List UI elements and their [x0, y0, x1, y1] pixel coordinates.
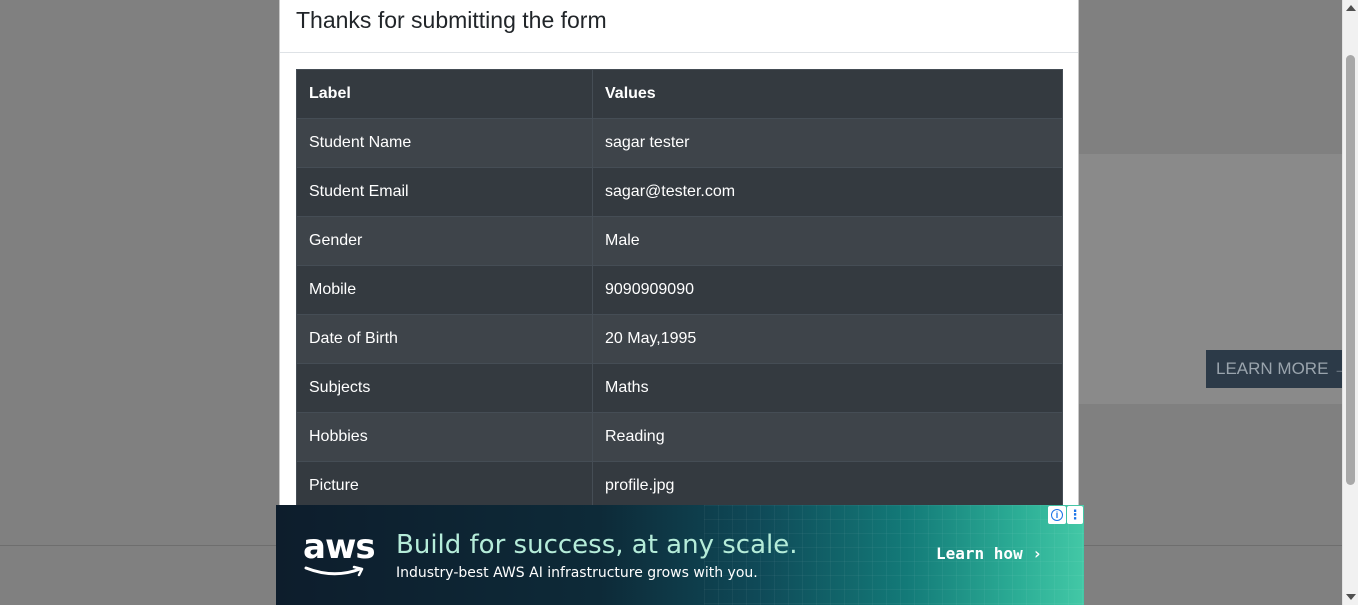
row-value: 9090909090	[592, 265, 1063, 315]
aws-smile-icon	[304, 565, 364, 577]
ad-subtext: Industry-best AWS AI infrastructure grow…	[396, 565, 758, 581]
ad-options-icon[interactable]: ⋮	[1067, 506, 1083, 524]
table-row: Mobile 9090909090	[296, 265, 1063, 315]
row-label: Subjects	[296, 363, 593, 413]
row-value: sagar tester	[592, 118, 1063, 168]
table-row: Gender Male	[296, 216, 1063, 266]
table-row: Student Name sagar tester	[296, 118, 1063, 168]
row-label: Student Email	[296, 167, 593, 217]
row-value: Male	[592, 216, 1063, 266]
results-table-wrapper: Label Values Student Name sagar tester S…	[296, 69, 1063, 511]
scroll-down-arrow-icon[interactable]	[1346, 594, 1356, 600]
aws-ad-banner[interactable]: aws Build for success, at any scale. Ind…	[276, 505, 1084, 605]
table-header-row: Label Values	[296, 69, 1063, 119]
row-label: Picture	[296, 461, 593, 511]
aws-logo: aws	[303, 527, 376, 567]
ad-learn-how-link[interactable]: Learn how ›	[936, 544, 1042, 563]
header-values: Values	[592, 69, 1063, 119]
modal-header: Thanks for submitting the form	[280, 0, 1078, 53]
results-table: Label Values Student Name sagar tester S…	[296, 69, 1063, 511]
table-row: Subjects Maths	[296, 363, 1063, 413]
row-label: Student Name	[296, 118, 593, 168]
learn-more-button[interactable]: LEARN MORE →	[1206, 350, 1346, 388]
row-label: Mobile	[296, 265, 593, 315]
modal-title: Thanks for submitting the form	[296, 7, 607, 33]
row-label: Gender	[296, 216, 593, 266]
row-value: sagar@tester.com	[592, 167, 1063, 217]
row-label: Hobbies	[296, 412, 593, 462]
row-value: 20 May,1995	[592, 314, 1063, 364]
page-scrollbar[interactable]	[1342, 0, 1358, 605]
row-value: Reading	[592, 412, 1063, 462]
info-glyph: i	[1051, 509, 1063, 521]
row-value: profile.jpg	[592, 461, 1063, 511]
table-row: Student Email sagar@tester.com	[296, 167, 1063, 217]
scrollbar-thumb[interactable]	[1346, 55, 1355, 485]
table-row: Date of Birth 20 May,1995	[296, 314, 1063, 364]
header-label: Label	[296, 69, 593, 119]
ad-info-icon[interactable]: i	[1048, 506, 1066, 524]
table-row: Hobbies Reading	[296, 412, 1063, 462]
row-value: Maths	[592, 363, 1063, 413]
ad-headline: Build for success, at any scale.	[396, 530, 798, 560]
row-label: Date of Birth	[296, 314, 593, 364]
table-row: Picture profile.jpg	[296, 461, 1063, 511]
scroll-up-arrow-icon[interactable]	[1346, 5, 1356, 11]
